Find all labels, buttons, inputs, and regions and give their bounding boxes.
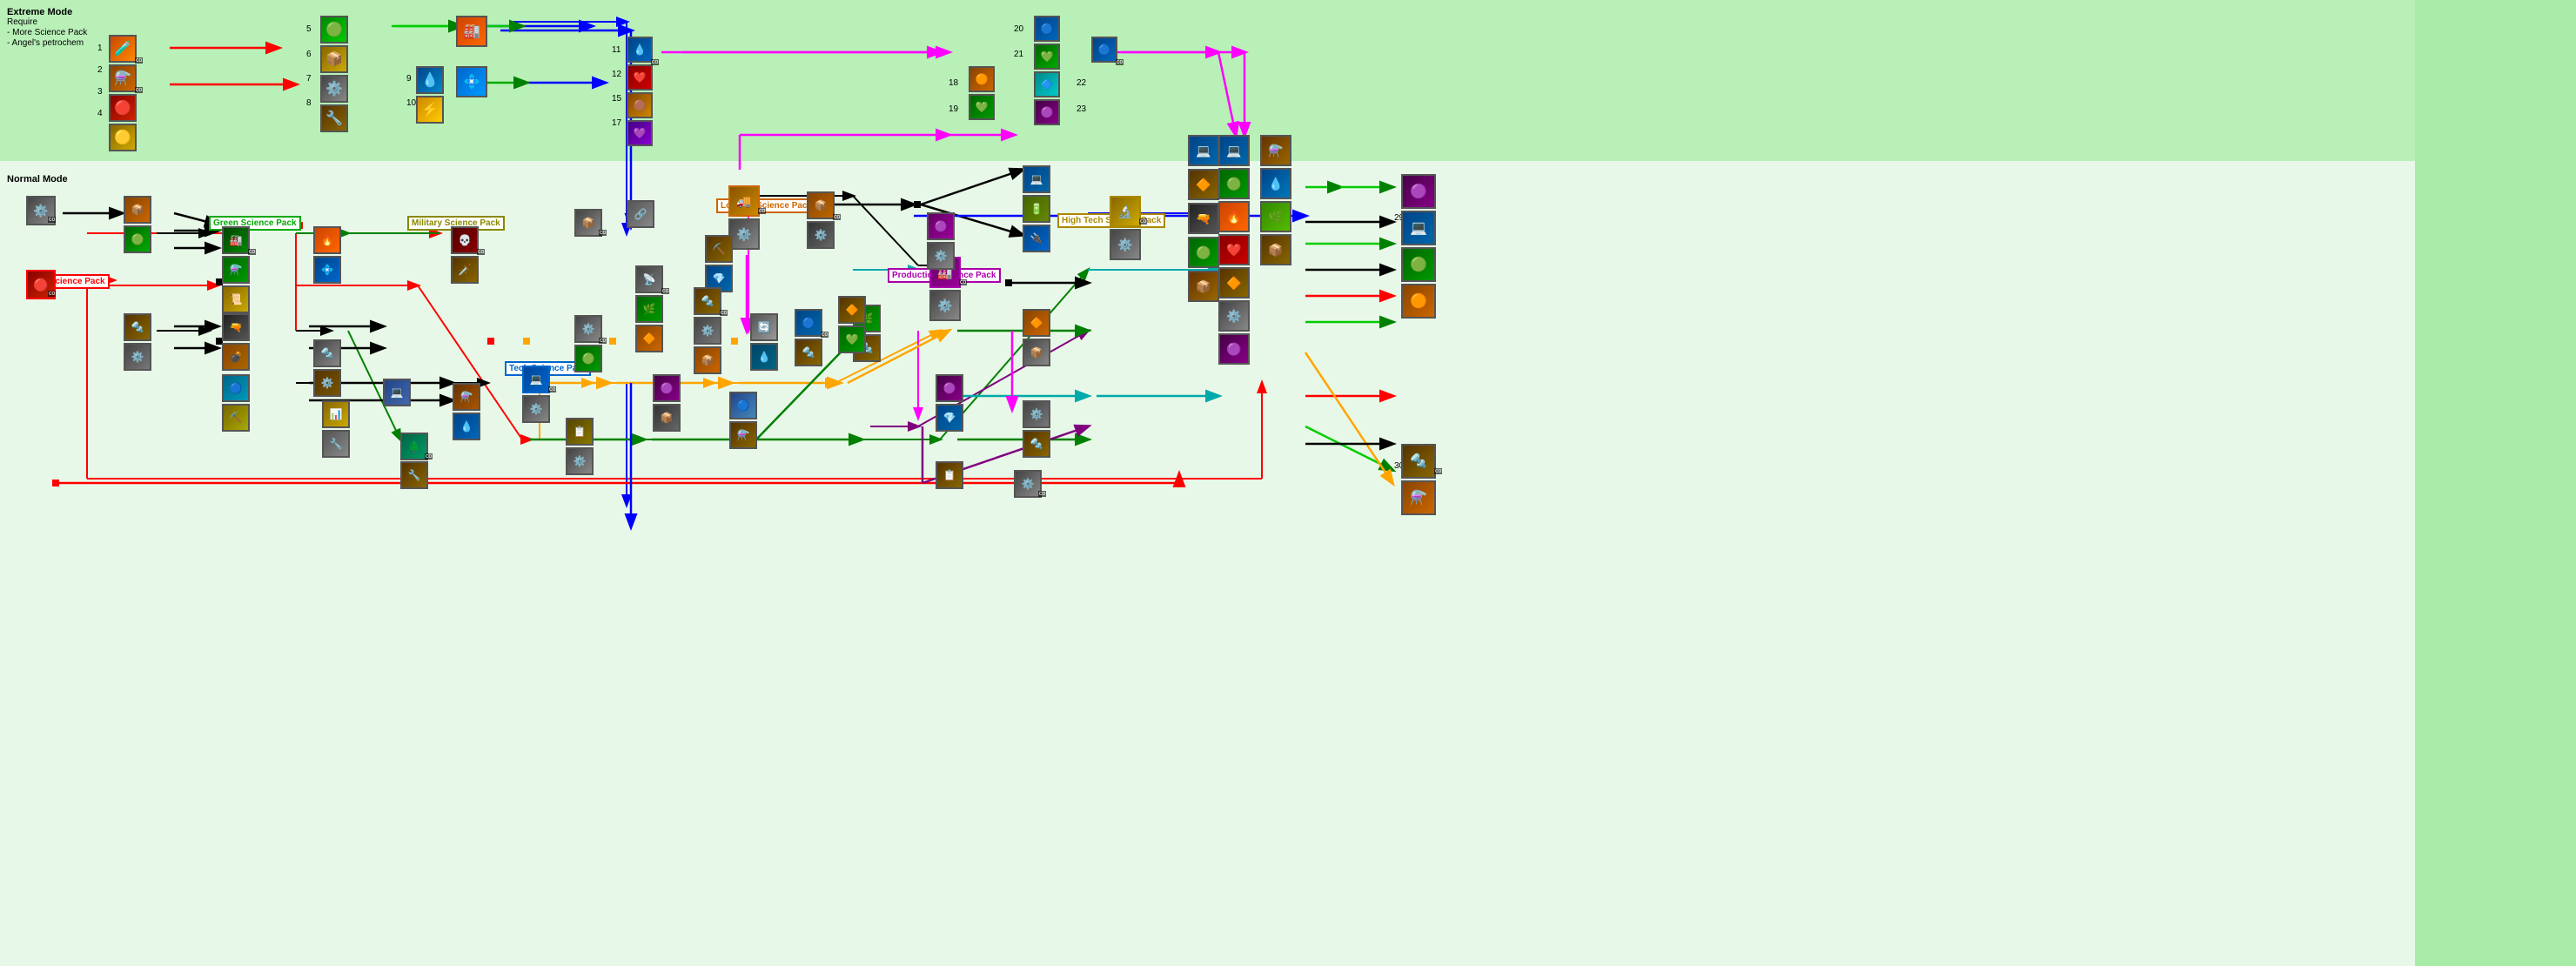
co-badge-s1: co	[425, 453, 433, 460]
co-badge-nm1: co	[48, 217, 56, 223]
prod-lower-items: 🟣 💎	[936, 374, 963, 432]
items-9-10-stack: 💧 ⚡	[416, 66, 444, 124]
mid2-items: 📡 🌿 🔶	[635, 265, 663, 352]
co-badge-11: co	[651, 59, 659, 65]
rtech-items: ⚗️ 💧	[453, 383, 480, 440]
gm-items: 🔥 💠	[313, 226, 341, 284]
mil-items1: 🔫 💣	[222, 313, 250, 371]
co-badge-prod: co	[959, 279, 967, 285]
mid-right-items: 🔵 🔩	[795, 309, 822, 366]
co-badge-rsp: co	[48, 291, 56, 297]
co-badge-1: co	[135, 57, 143, 64]
ht-low2-items: ⚙️ 🔩	[1023, 400, 1050, 458]
extreme-mode-require: Require	[7, 17, 37, 27]
normal-mode-title: Normal Mode	[7, 174, 68, 184]
col2b-items: 🔩 ⚙️	[124, 313, 151, 371]
num-4: 4	[97, 109, 103, 118]
lower-col2-items: 🟣 📦	[653, 374, 681, 432]
co-badge-m5: co	[833, 214, 841, 220]
co-badge-ht: co	[1139, 218, 1147, 225]
mid8-items: 🔩 ⚙️ 📦	[694, 287, 721, 374]
tech-sp-item: 💻 ⚙️	[522, 366, 550, 423]
num-22: 22	[1077, 78, 1086, 88]
green-sp-items: 🏭 ⚗️ 📜	[222, 226, 250, 313]
num-3: 3	[97, 87, 103, 97]
num-6: 6	[306, 50, 312, 59]
ht-lower-items: 🔶 📦	[1023, 309, 1050, 366]
lower-col-items: 📋 ⚙️	[566, 418, 594, 475]
num-17: 17	[612, 118, 621, 128]
extreme-mode-req2: - Angel's petrochem	[7, 38, 84, 48]
mid7-items: 🔶 💚	[838, 296, 866, 353]
items-18-19-stack: 🟠 💚	[969, 66, 995, 120]
num-5: 5	[306, 24, 312, 34]
item-extreme-dest2: 💠	[456, 66, 487, 97]
prod-lowest-items: 📋	[936, 461, 963, 489]
mil-items2: 🔩 ⚙️	[313, 339, 341, 397]
items-11-17-stack: 💧 ❤️ 🟤 💜	[627, 37, 653, 146]
num-12: 12	[612, 70, 621, 79]
item-extreme-dest1: 🏭	[456, 16, 487, 47]
co-badge-gsp: co	[248, 249, 256, 255]
ht-left-items: 💻 🔋 🔌	[1023, 165, 1050, 252]
mid-items1: 🔗	[627, 200, 654, 228]
item-21-dest: 🔵	[1091, 37, 1117, 63]
logistic-sp-items: 🚚 ⚙️	[728, 185, 760, 250]
co-badge-30: co	[1434, 468, 1442, 474]
right-col1-items: 💻 🟢 🔥 ❤️ 🔶 ⚙️ 🟣	[1218, 135, 1250, 365]
right-col2-items: ⚗️ 💧 🌿 📦	[1260, 135, 1291, 265]
tech-area-items1: 💻	[383, 379, 411, 408]
far-right-col1: 💻 🔶 🔫 🟢 📦	[1188, 135, 1219, 302]
num-10: 10	[406, 98, 416, 108]
co-badge-2: co	[135, 87, 143, 93]
main-diagram: Extreme Mode Require - More Science Pack…	[0, 0, 2576, 966]
num-11: 11	[612, 45, 621, 55]
tech-extra1: ⚙️ 🟢	[574, 315, 602, 372]
num-8: 8	[306, 98, 312, 108]
mid3-items: ⛏️ 💎	[705, 235, 733, 292]
num-1: 1	[97, 44, 103, 53]
num-7: 7	[306, 74, 312, 84]
co-badge-li1: co	[599, 230, 607, 236]
item-30-dest: 🔩 ⚗️	[1401, 444, 1436, 515]
co-badge-21: co	[1116, 59, 1124, 65]
ht-sp-items: 🔬 ⚙️	[1110, 196, 1141, 260]
items-20-23-stack: 🔵 💚 🔷 🟣	[1034, 16, 1060, 125]
num-2: 2	[97, 65, 103, 75]
mid5-items: 📦 ⚙️	[807, 191, 835, 249]
lower-items2: 📊 🔧	[322, 400, 350, 458]
co-badge-te1: co	[599, 338, 607, 344]
num-23: 23	[1077, 104, 1086, 114]
lower-items1: 🔵 ⛏️	[222, 374, 250, 432]
extreme-mode-title: Extreme Mode	[7, 7, 72, 17]
num-15: 15	[612, 94, 621, 104]
mid4-items: 🔄 💧	[750, 313, 778, 371]
item-29-dest: 🟣 💻 🟢 🟠	[1401, 174, 1436, 319]
items-1-4-stack: 🧪 ⚗️ 🔴 🟡	[109, 35, 137, 151]
items-5-8-stack: 🟢 📦 ⚙️ 🔧	[320, 16, 348, 132]
co-badge-msp: co	[477, 249, 485, 255]
num-18: 18	[949, 78, 958, 88]
co-badge-tsp: co	[548, 386, 556, 392]
extreme-mode-req1: - More Science Pack	[7, 28, 87, 37]
col2-items: 📦 🟢	[124, 196, 151, 253]
num-19: 19	[949, 104, 958, 114]
num-21: 21	[1014, 50, 1023, 59]
lower-col3-items: 🔵 ⚗️	[729, 392, 757, 449]
co-badge-m2: co	[661, 288, 669, 294]
co-badge-logi: co	[758, 208, 766, 214]
right-panel-bg	[2415, 0, 2576, 966]
logi-prod-items: 🟣 ⚙️	[927, 212, 955, 270]
num-20: 20	[1014, 24, 1023, 34]
scatter2: 🔧	[400, 461, 428, 489]
military-sp-items: 💀 🗡️	[451, 226, 479, 284]
co-badge-br: co	[1038, 491, 1046, 497]
co-badge-mr: co	[821, 332, 828, 338]
num-9: 9	[406, 74, 412, 84]
co-badge-m8: co	[720, 310, 728, 316]
